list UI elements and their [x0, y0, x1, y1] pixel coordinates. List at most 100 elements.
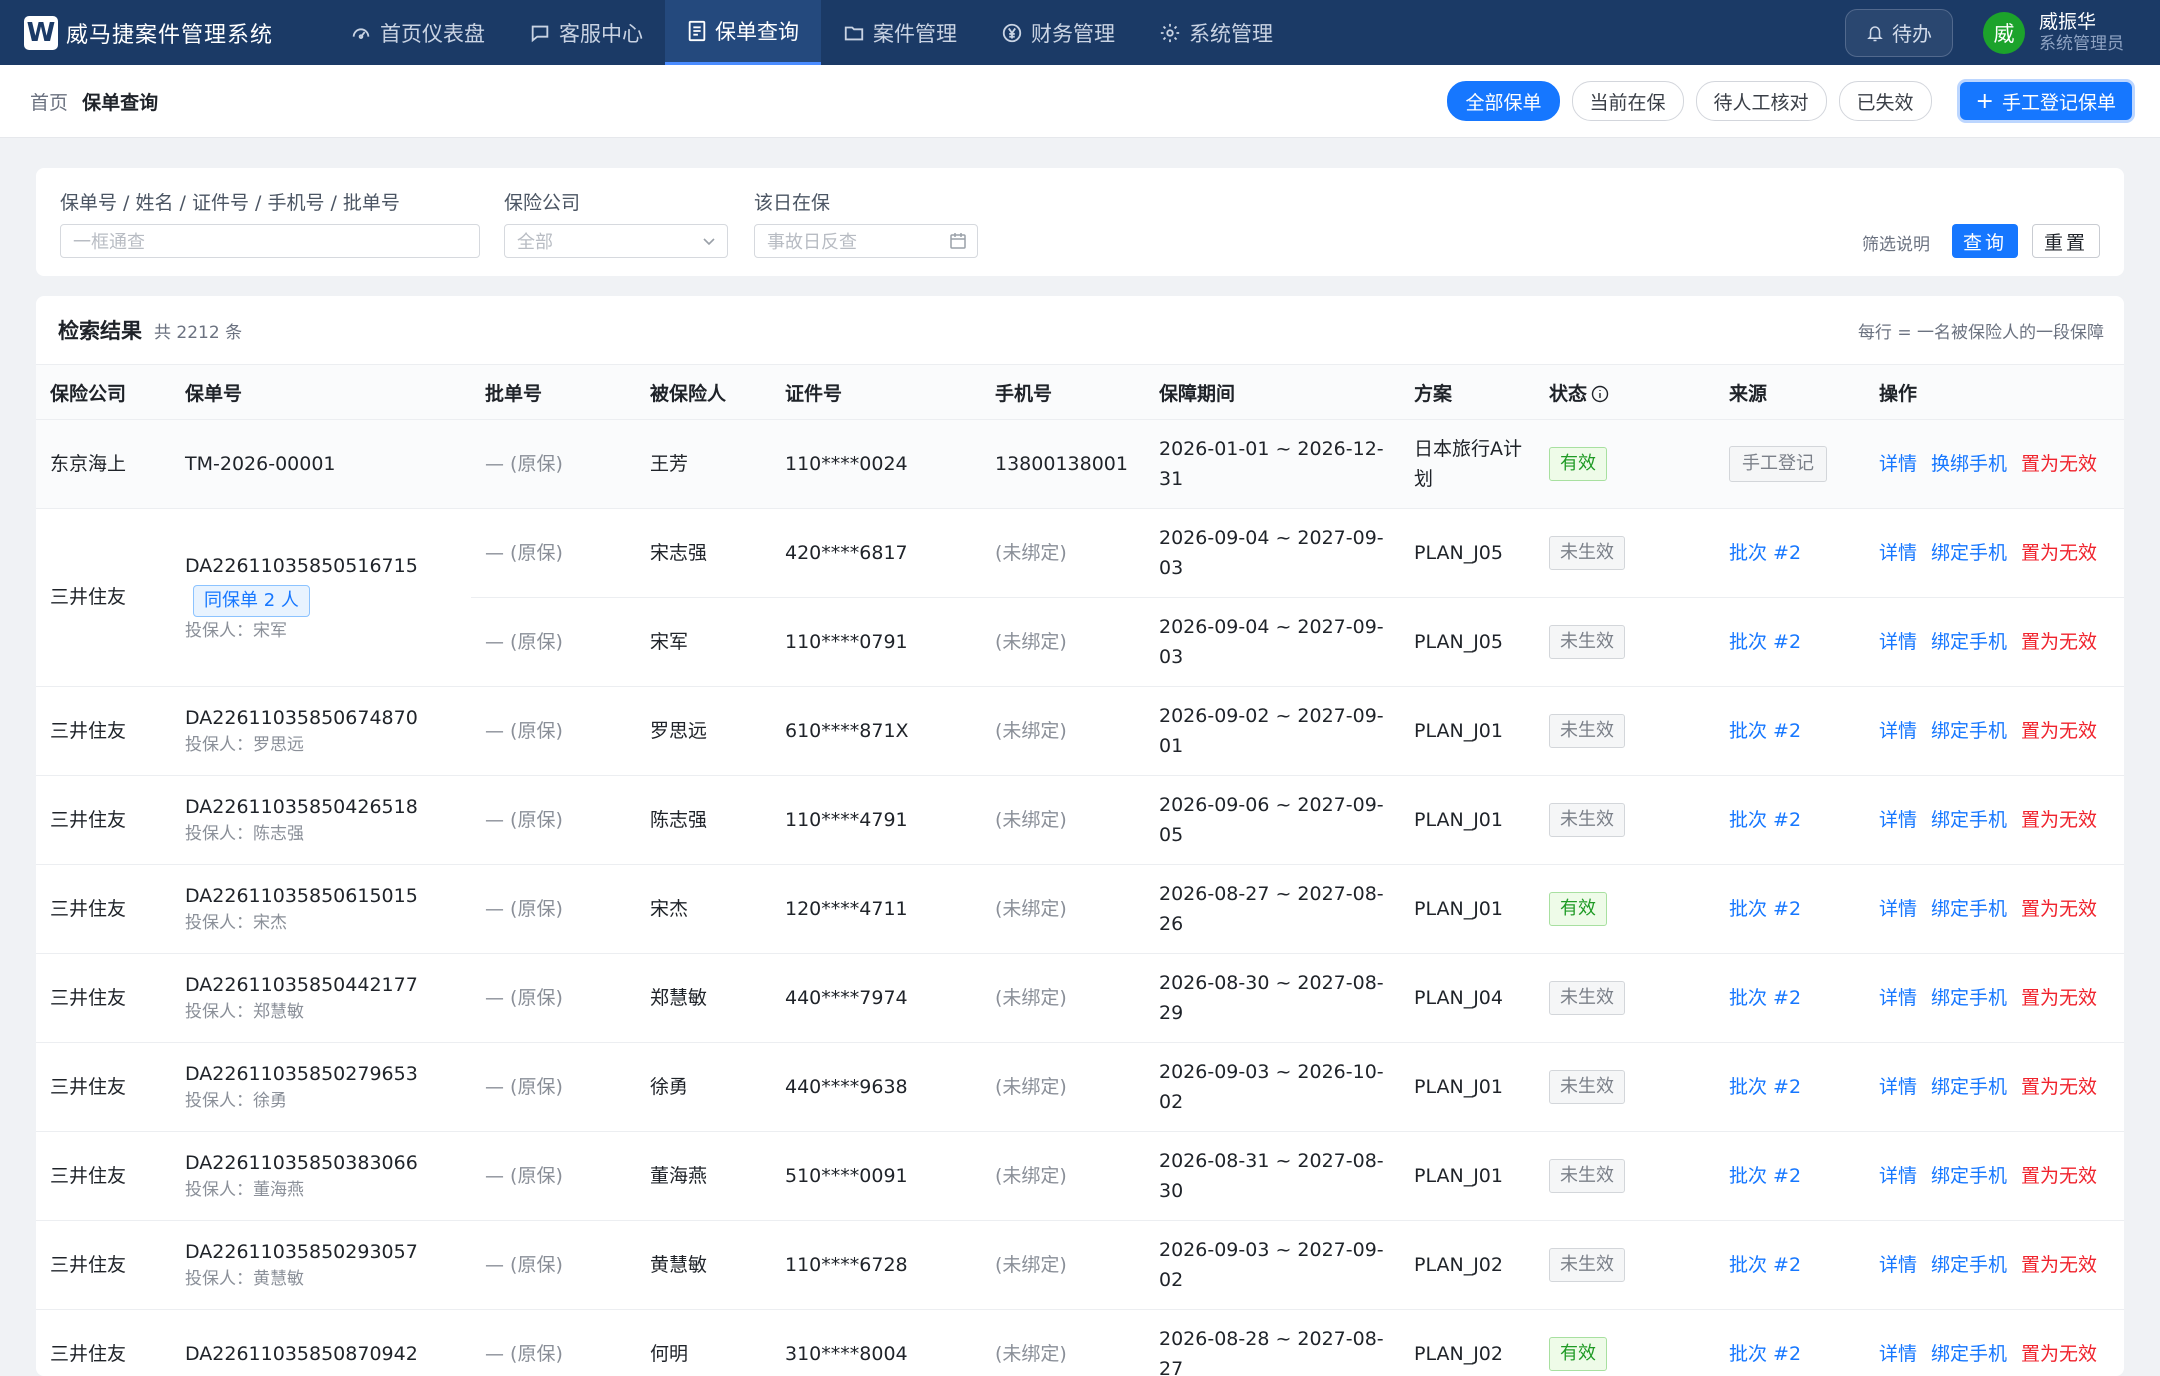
bind-phone-link[interactable]: 绑定手机 [1931, 987, 2007, 1009]
cell-source[interactable]: 批次 #2 [1715, 1043, 1865, 1132]
manual-register-button[interactable]: + 手工登记保单 [1960, 82, 2132, 120]
folder-icon [843, 22, 865, 44]
invalidate-link[interactable]: 置为无效 [2021, 987, 2097, 1009]
detail-link[interactable]: 详情 [1879, 809, 1917, 831]
breadcrumb-home[interactable]: 首页 [30, 92, 68, 114]
invalidate-link[interactable]: 置为无效 [2021, 1076, 2097, 1098]
segment-expired[interactable]: 已失效 [1839, 81, 1932, 121]
avatar[interactable]: 威 [1983, 12, 2025, 54]
table-row[interactable]: 三井住友 DA22611035850516715 同保单 2 人 投保人：宋军 … [36, 509, 2124, 598]
segment-all-policies[interactable]: 全部保单 [1447, 81, 1559, 121]
detail-link[interactable]: 详情 [1879, 453, 1917, 475]
same-policy-tag[interactable]: 同保单 2 人 [193, 585, 310, 617]
invalidate-link[interactable]: 置为无效 [2021, 720, 2097, 742]
col-status[interactable]: 状态 [1535, 365, 1715, 420]
detail-link[interactable]: 详情 [1879, 1254, 1917, 1276]
cell-company: 三井住友 [36, 776, 171, 865]
keyword-search-input[interactable]: 一框通查 [60, 224, 480, 258]
cell-source[interactable]: 批次 #2 [1715, 865, 1865, 954]
policy-number: DA22611035850516715 [185, 551, 471, 581]
invalidate-link[interactable]: 置为无效 [2021, 1343, 2097, 1365]
detail-link[interactable]: 详情 [1879, 720, 1917, 742]
nav-item-finance[interactable]: 财务管理 [979, 0, 1137, 65]
detail-link[interactable]: 详情 [1879, 631, 1917, 653]
bind-phone-link[interactable]: 绑定手机 [1931, 898, 2007, 920]
policyholder: 投保人：陈志强 [185, 822, 471, 848]
table-row[interactable]: 三井住友 DA22611035850870942 — (原保) 何明 310**… [36, 1310, 2124, 1376]
col-phone[interactable]: 手机号 [981, 365, 1145, 420]
table-row[interactable]: 东京海上 TM-2026-00001 — (原保) 王芳 110****0024… [36, 420, 2124, 509]
cell-source[interactable]: 批次 #2 [1715, 1132, 1865, 1221]
cell-endorsement: — (原保) [471, 1310, 636, 1376]
invalidate-link[interactable]: 置为无效 [2021, 542, 2097, 564]
detail-link[interactable]: 详情 [1879, 1343, 1917, 1365]
nav-item-dashboard[interactable]: 首页仪表盘 [328, 0, 507, 65]
invalidate-link[interactable]: 置为无效 [2021, 809, 2097, 831]
bind-phone-link[interactable]: 绑定手机 [1931, 720, 2007, 742]
segment-pending-review[interactable]: 待人工核对 [1696, 81, 1827, 121]
table-row[interactable]: 三井住友 DA22611035850442177 投保人：郑慧敏 — (原保) … [36, 954, 2124, 1043]
table-row[interactable]: 三井住友 DA22611035850293057 投保人：黄慧敏 — (原保) … [36, 1221, 2124, 1310]
info-icon[interactable] [1591, 385, 1609, 403]
bind-phone-link[interactable]: 绑定手机 [1931, 631, 2007, 653]
invalidate-link[interactable]: 置为无效 [2021, 898, 2097, 920]
invalidate-link[interactable]: 置为无效 [2021, 1254, 2097, 1276]
table-row[interactable]: 三井住友 DA22611035850279653 投保人：徐勇 — (原保) 徐… [36, 1043, 2124, 1132]
cell-period: 2026-08-31 ~ 2027-08-30 [1145, 1132, 1400, 1221]
table-row[interactable]: 三井住友 DA22611035850383066 投保人：董海燕 — (原保) … [36, 1132, 2124, 1221]
todo-button[interactable]: 待办 [1845, 9, 1953, 57]
reset-button[interactable]: 重置 [2032, 224, 2100, 258]
coverage-date-picker[interactable]: 事故日反查 [754, 224, 978, 258]
nav-item-system[interactable]: 系统管理 [1137, 0, 1295, 65]
bind-phone-link[interactable]: 绑定手机 [1931, 1076, 2007, 1098]
col-company[interactable]: 保险公司 [36, 365, 171, 420]
col-period[interactable]: 保障期间 [1145, 365, 1400, 420]
col-policy-no[interactable]: 保单号 [171, 365, 471, 420]
cell-insured: 宋杰 [636, 865, 771, 954]
user-info[interactable]: 威振华 系统管理员 [2039, 11, 2124, 54]
detail-link[interactable]: 详情 [1879, 987, 1917, 1009]
nav-item-policy-query[interactable]: 保单查询 [665, 0, 821, 65]
detail-link[interactable]: 详情 [1879, 1076, 1917, 1098]
table-row[interactable]: 三井住友 DA22611035850426518 投保人：陈志强 — (原保) … [36, 776, 2124, 865]
query-button[interactable]: 查询 [1952, 224, 2018, 258]
cell-endorsement: — (原保) [471, 954, 636, 1043]
bind-phone-link[interactable]: 绑定手机 [1931, 1165, 2007, 1187]
col-actions: 操作 [1865, 365, 2124, 420]
bind-phone-link[interactable]: 绑定手机 [1931, 1343, 2007, 1365]
invalidate-link[interactable]: 置为无效 [2021, 631, 2097, 653]
table-row[interactable]: 三井住友 DA22611035850615015 投保人：宋杰 — (原保) 宋… [36, 865, 2124, 954]
detail-link[interactable]: 详情 [1879, 898, 1917, 920]
cell-source[interactable]: 批次 #2 [1715, 598, 1865, 687]
bind-phone-link[interactable]: 绑定手机 [1931, 542, 2007, 564]
col-endorsement-no[interactable]: 批单号 [471, 365, 636, 420]
invalidate-link[interactable]: 置为无效 [2021, 1165, 2097, 1187]
brand[interactable]: W 威马捷案件管理系统 [24, 16, 324, 50]
nav-item-case[interactable]: 案件管理 [821, 0, 979, 65]
col-id-no[interactable]: 证件号 [771, 365, 981, 420]
rebind-phone-link[interactable]: 换绑手机 [1931, 453, 2007, 475]
detail-link[interactable]: 详情 [1879, 1165, 1917, 1187]
table-row[interactable]: 三井住友 DA22611035850674870 投保人：罗思远 — (原保) … [36, 687, 2124, 776]
bind-phone-link[interactable]: 绑定手机 [1931, 809, 2007, 831]
cell-source[interactable]: 批次 #2 [1715, 776, 1865, 865]
col-insured[interactable]: 被保险人 [636, 365, 771, 420]
bind-phone-link[interactable]: 绑定手机 [1931, 1254, 2007, 1276]
policy-number: DA22611035850870942 [185, 1339, 471, 1369]
status-badge: 未生效 [1549, 536, 1625, 570]
cell-source[interactable]: 批次 #2 [1715, 1310, 1865, 1376]
col-source[interactable]: 来源 [1715, 365, 1865, 420]
cell-source[interactable]: 批次 #2 [1715, 1221, 1865, 1310]
invalidate-link[interactable]: 置为无效 [2021, 453, 2097, 475]
detail-link[interactable]: 详情 [1879, 542, 1917, 564]
cell-source[interactable]: 批次 #2 [1715, 687, 1865, 776]
company-select[interactable]: 全部 [504, 224, 728, 258]
cell-source[interactable]: 批次 #2 [1715, 509, 1865, 598]
cell-source[interactable]: 批次 #2 [1715, 954, 1865, 1043]
col-plan[interactable]: 方案 [1400, 365, 1535, 420]
filter-help-link[interactable]: 筛选说明 [1862, 230, 1930, 255]
segment-in-force[interactable]: 当前在保 [1572, 81, 1684, 121]
cell-insured: 董海燕 [636, 1132, 771, 1221]
cell-period: 2026-08-30 ~ 2027-08-29 [1145, 954, 1400, 1043]
nav-item-service[interactable]: 客服中心 [507, 0, 665, 65]
